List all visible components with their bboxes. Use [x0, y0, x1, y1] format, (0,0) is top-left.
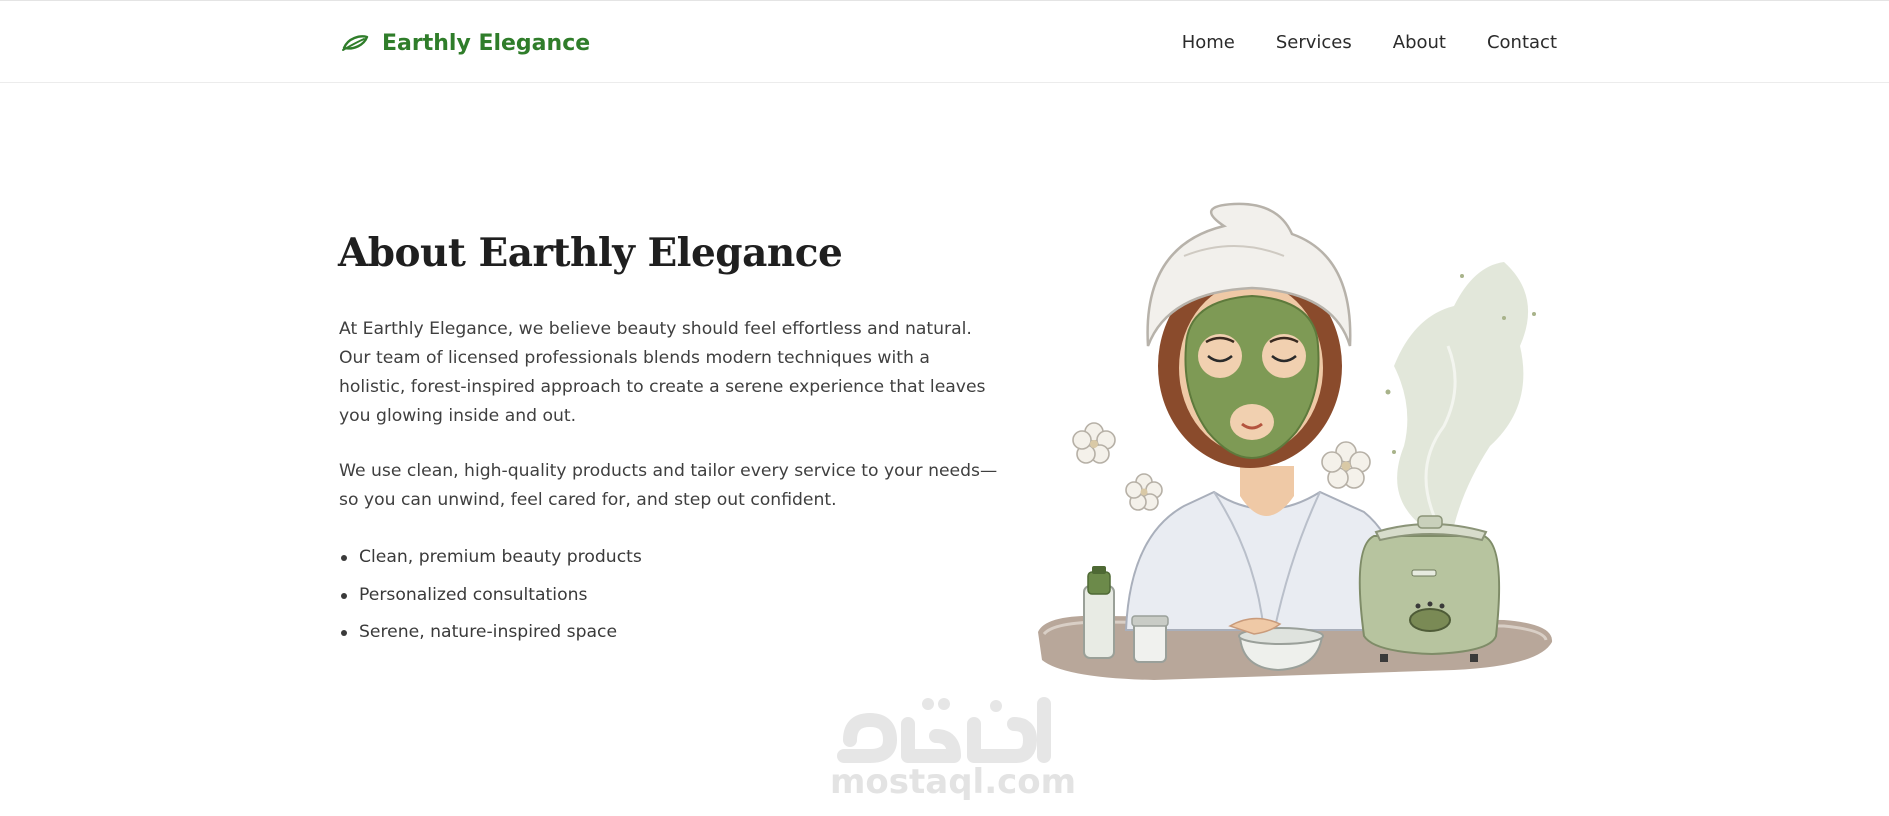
brand-name: Earthly Elegance [382, 30, 591, 56]
feature-item: Serene, nature-inspired space [339, 617, 642, 655]
paragraph-line: Our team of licensed professionals blend… [339, 348, 930, 368]
site-header: Earthly Elegance Home Services About Con… [0, 1, 1889, 83]
paragraph-line: holistic, forest-inspired approach to cr… [339, 377, 986, 397]
page-title: About Earthly Elegance [338, 230, 843, 276]
feature-item: Personalized consultations [339, 580, 642, 618]
watermark-logo-glyph [837, 697, 1051, 763]
nav-home[interactable]: Home [1182, 32, 1235, 53]
paragraph-line: We use clean, high-quality products and … [339, 461, 998, 481]
spa-illustration [1034, 196, 1558, 696]
feature-item: Clean, premium beauty products [339, 542, 642, 580]
brand-link[interactable]: Earthly Elegance [340, 27, 590, 59]
about-paragraph-2: We use clean, high-quality products and … [339, 457, 1019, 515]
feature-list: Clean, premium beauty products Personali… [339, 542, 642, 655]
watermark-text: mostaql.com [830, 762, 1077, 802]
nav-contact[interactable]: Contact [1487, 32, 1557, 53]
leaf-icon [340, 32, 370, 54]
paragraph-line: At Earthly Elegance, we believe beauty s… [339, 319, 972, 339]
paragraph-line: so you can unwind, feel cared for, and s… [339, 490, 837, 510]
nav-about[interactable]: About [1393, 32, 1446, 53]
main-nav: Home Services About Contact [1182, 28, 1557, 56]
about-paragraph-1: At Earthly Elegance, we believe beauty s… [339, 315, 1019, 431]
nav-services[interactable]: Services [1276, 32, 1352, 53]
paragraph-line: you glowing inside and out. [339, 406, 577, 426]
watermark: mostaql.com [830, 690, 1077, 810]
